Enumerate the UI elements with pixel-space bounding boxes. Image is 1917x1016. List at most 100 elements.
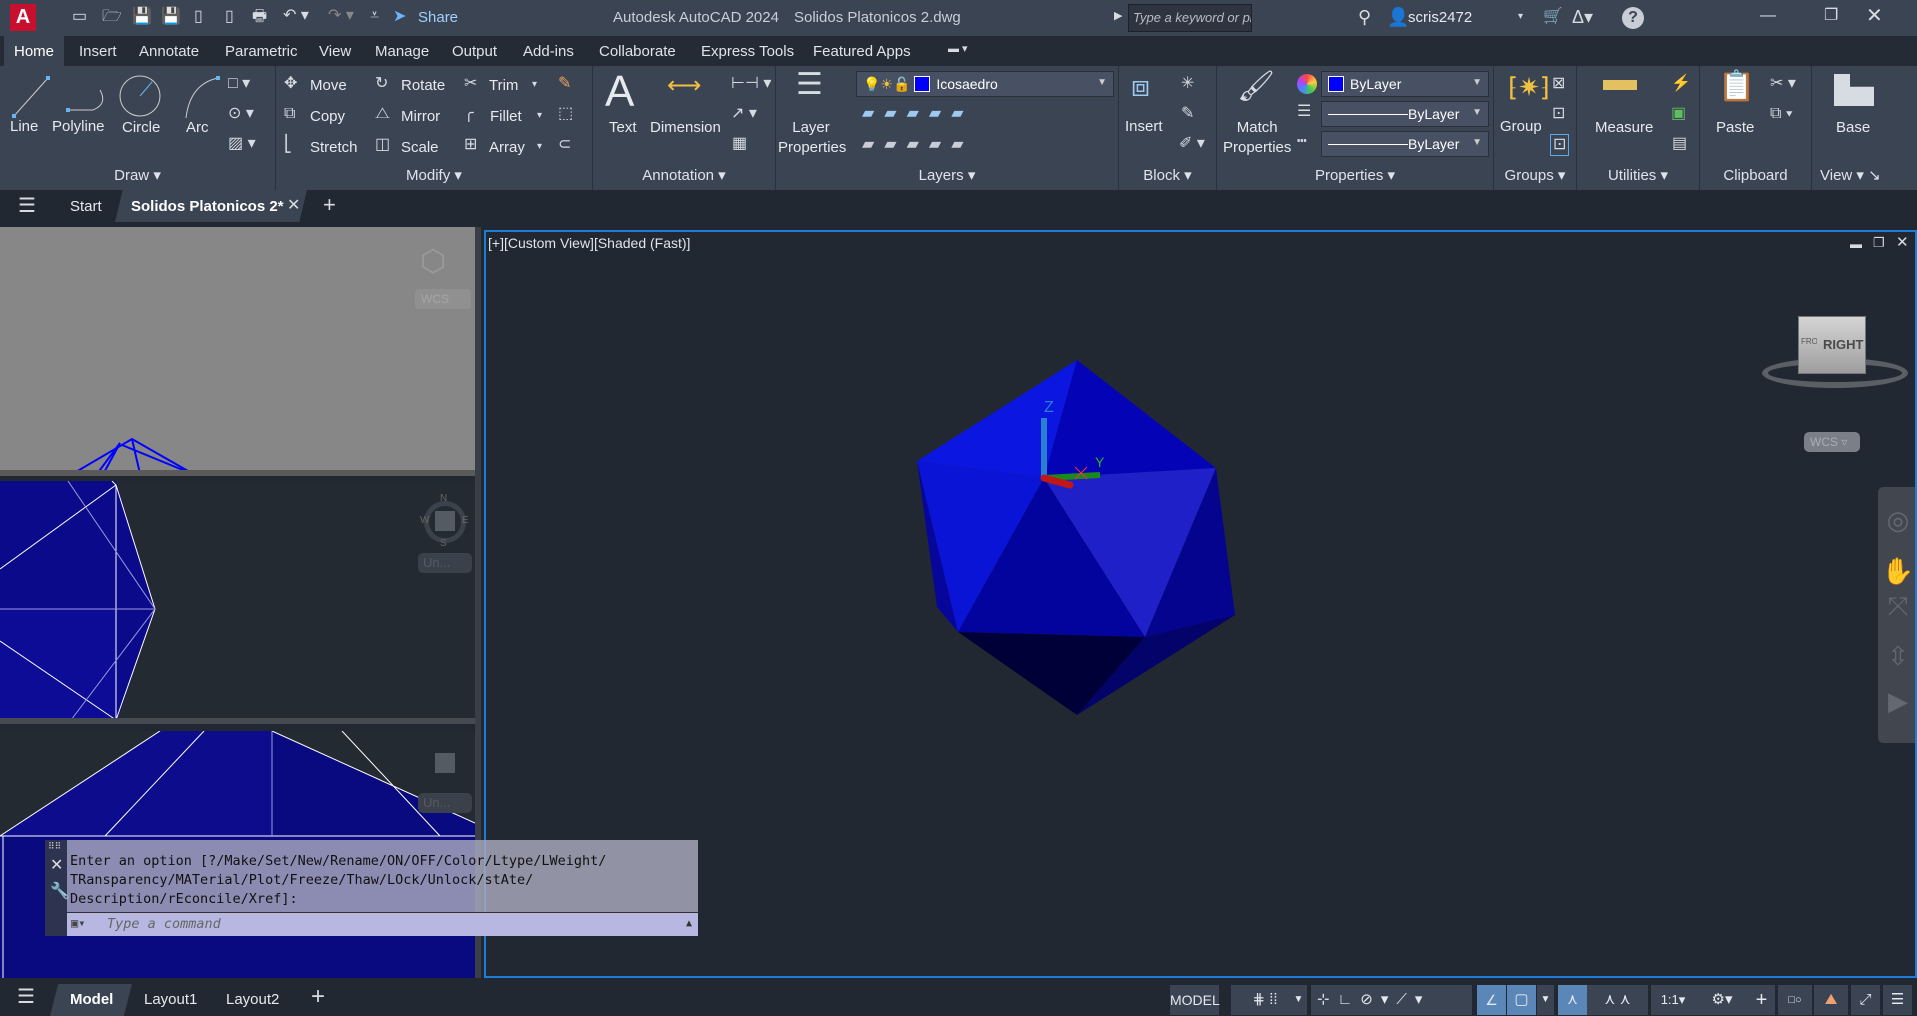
create-block-icon[interactable]: ✳ xyxy=(1181,76,1194,92)
close-tab-icon[interactable]: ✕ xyxy=(287,198,300,214)
viewport-main[interactable]: [+][Custom View][Shaded (Fast)] Z Y ▬ ❐ … xyxy=(484,230,1917,978)
new-layout-icon[interactable]: + xyxy=(311,985,325,1009)
zoom-extents-icon[interactable]: ⤧ xyxy=(1878,591,1915,623)
array-button[interactable]: Array xyxy=(489,139,525,156)
graphics-performance-icon[interactable]: ⛰ xyxy=(1814,985,1848,1015)
ungroup-icon[interactable]: ⊠ xyxy=(1552,76,1565,92)
snap-dropdown[interactable]: ▼ xyxy=(1290,985,1307,1015)
circle-button[interactable]: Circle xyxy=(122,119,160,136)
rotate-button[interactable]: Rotate xyxy=(401,77,445,94)
rectangle-icon[interactable]: □ ▾ xyxy=(228,76,250,92)
close-command-icon[interactable]: ✕ xyxy=(50,858,63,874)
match-properties-button[interactable]: Match Properties xyxy=(1223,118,1291,158)
open-web-icon[interactable]: ▯ xyxy=(194,9,203,25)
tab-insert[interactable]: Insert xyxy=(79,43,117,60)
insert-button[interactable]: Insert xyxy=(1125,118,1163,135)
command-input[interactable]: ▣▾ Type a command ▲ xyxy=(67,912,698,936)
annotation-visibility-button[interactable]: ⋏ xyxy=(1558,985,1587,1015)
annotation-scale-tools[interactable]: ⋏ ⋏ xyxy=(1587,985,1648,1015)
tab-layout1[interactable]: Layout1 xyxy=(144,991,197,1008)
command-prompt-icon[interactable]: ▣▾ xyxy=(71,917,85,929)
edit-block-icon[interactable]: ✎ xyxy=(1181,106,1194,122)
viewcube-icon[interactable]: ⬡ xyxy=(420,247,446,277)
stretch-button[interactable]: Stretch xyxy=(310,139,358,156)
viewport-top-left[interactable]: ⬡ WCS xyxy=(0,227,475,476)
search-input[interactable]: Type a keyword or phrase xyxy=(1128,4,1252,32)
base-button[interactable]: Base xyxy=(1836,119,1870,136)
layer-tools-row-1[interactable]: ▰▰▰▰▰ xyxy=(862,106,974,122)
viewport-splitter[interactable] xyxy=(0,718,475,724)
customization-icon[interactable]: ☰ xyxy=(1883,985,1912,1015)
tab-output[interactable]: Output xyxy=(452,43,497,60)
viewport-minimize-icon[interactable]: ▬ xyxy=(1850,238,1862,250)
polyline-button[interactable]: Polyline xyxy=(52,118,105,135)
tab-home[interactable]: Home xyxy=(4,36,65,66)
username[interactable]: scris2472 xyxy=(1408,9,1472,26)
tab-manage[interactable]: Manage xyxy=(375,43,429,60)
lineweight-dropdown[interactable]: ByLayer ▼ xyxy=(1321,101,1489,127)
group-edit-icon[interactable]: ⊡ xyxy=(1552,106,1565,122)
erase-icon[interactable]: ✎ xyxy=(558,76,571,92)
arc-button[interactable]: Arc xyxy=(186,119,209,136)
tab-view[interactable]: View xyxy=(319,43,351,60)
view-panel-title[interactable]: View ▾ ↘ xyxy=(1820,166,1917,184)
calculator-icon[interactable]: ▤ xyxy=(1672,136,1687,152)
dimension-button[interactable]: Dimension xyxy=(650,119,721,136)
move-button[interactable]: Move xyxy=(310,77,347,94)
table-icon[interactable]: ▦ xyxy=(732,136,747,152)
view-menu[interactable]: Un... xyxy=(418,793,472,813)
workspace-gear-icon[interactable]: ⚙▾ xyxy=(1695,985,1749,1015)
ellipse-icon[interactable]: ⊙ ▾ xyxy=(228,106,254,122)
layer-tools-row-2[interactable]: ▰▰▰▰▰ xyxy=(862,137,974,153)
save-icon[interactable]: 💾 xyxy=(132,9,152,25)
help-icon[interactable]: ? xyxy=(1622,7,1644,29)
restore-icon[interactable]: ❐ xyxy=(1824,8,1838,24)
dynamic-ucs-button[interactable]: ∠ xyxy=(1477,985,1506,1015)
offset-icon[interactable]: ⊂ xyxy=(558,137,571,153)
wcs-menu[interactable]: WCS xyxy=(415,289,471,309)
tab-parametric[interactable]: Parametric xyxy=(225,43,298,60)
copy-button[interactable]: Copy xyxy=(310,108,345,125)
minimize-icon[interactable]: — xyxy=(1760,8,1776,24)
trim-dropdown-icon[interactable]: ▾ xyxy=(532,80,537,90)
tab-collaborate[interactable]: Collaborate xyxy=(599,43,676,60)
annotation-panel-title[interactable]: Annotation ▾ xyxy=(593,166,775,184)
user-dropdown-icon[interactable]: ▾ xyxy=(1518,12,1523,22)
copy-clip-icon[interactable]: ⧉ ▾ xyxy=(1770,106,1793,122)
model-space-button[interactable]: MODEL xyxy=(1170,985,1220,1015)
command-history-toggle-icon[interactable]: ▲ xyxy=(686,919,692,929)
steering-wheel-icon[interactable]: ◎ xyxy=(1878,505,1915,536)
linetype-dropdown[interactable]: ByLayer ▼ xyxy=(1321,131,1489,157)
properties-panel-title[interactable]: Properties ▾ xyxy=(1217,166,1493,184)
annotation-monitor-icon[interactable]: + xyxy=(1748,985,1775,1015)
viewport-close-icon[interactable]: ✕ xyxy=(1896,235,1909,250)
mirror-button[interactable]: Mirror xyxy=(401,108,440,125)
search-icon[interactable]: ⚲ xyxy=(1358,8,1371,26)
cut-icon[interactable]: ✂ ▾ xyxy=(1770,76,1796,92)
layers-panel-title[interactable]: Layers ▾ xyxy=(776,166,1118,184)
tab-layout2[interactable]: Layout2 xyxy=(226,991,279,1008)
showmotion-icon[interactable]: ▶ xyxy=(1878,686,1915,717)
tab-add-ins[interactable]: Add-ins xyxy=(523,43,574,60)
app-menu-button[interactable]: A xyxy=(10,4,36,31)
drafting-tools[interactable]: ⊹∟⊘▾⟋▾ xyxy=(1311,985,1472,1015)
grip-icon[interactable]: ⠿⠿ xyxy=(48,842,61,851)
selection-cycling-button[interactable]: ▢ xyxy=(1507,985,1536,1015)
ribbon-minimize-icon[interactable]: ▬ ▾ xyxy=(948,44,968,55)
block-attribute-icon[interactable]: ✐ ▾ xyxy=(1179,136,1205,152)
new-file-icon[interactable]: ▭ xyxy=(72,9,87,25)
user-icon[interactable]: 👤 xyxy=(1387,8,1409,26)
modify-panel-title[interactable]: Modify ▾ xyxy=(276,166,592,184)
scale-button[interactable]: Scale xyxy=(401,139,439,156)
tab-annotate[interactable]: Annotate xyxy=(139,43,199,60)
plot-icon[interactable]: 🖶 xyxy=(252,9,267,25)
group-button[interactable]: Group xyxy=(1500,118,1542,135)
save-web-icon[interactable]: ▯ xyxy=(225,9,234,25)
clean-screen-icon[interactable]: ⤢ xyxy=(1851,985,1880,1015)
menu-icon[interactable]: ☰ xyxy=(18,196,36,216)
selection-dropdown[interactable]: ▼ xyxy=(1537,985,1554,1015)
share-button[interactable]: Share xyxy=(418,9,458,26)
viewcube-top[interactable] xyxy=(435,511,455,531)
viewport-restore-icon[interactable]: ❐ xyxy=(1873,236,1885,249)
groups-panel-title[interactable]: Groups ▾ xyxy=(1494,166,1576,184)
